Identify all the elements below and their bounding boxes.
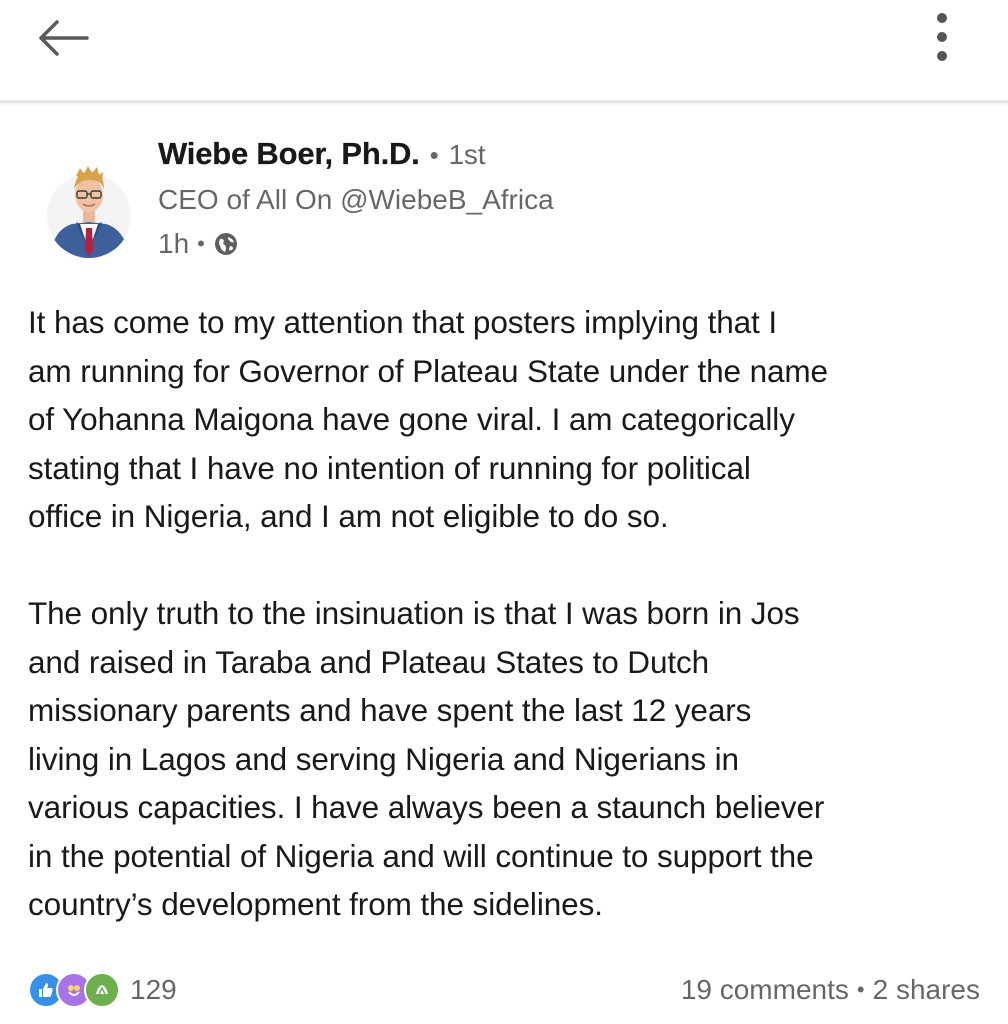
arrow-left-icon — [39, 20, 89, 56]
post-text-line: office in Nigeria, and I am not eligible… — [28, 498, 669, 534]
post-text-line: It has come to my attention that posters… — [28, 304, 778, 340]
post-text-line: stating that I have no intention of runn… — [28, 449, 751, 486]
author-headline: CEO of All On @WiebeB_Africa — [158, 184, 554, 215]
post-text-line: The only truth to the insinuation is tha… — [28, 595, 800, 631]
post-text-line: am running for Governor of Plateau State… — [28, 352, 828, 389]
post-text: It has come to my attention that posters… — [28, 298, 996, 929]
top-navigation-bar — [0, 0, 1008, 103]
avatar-photo — [47, 166, 131, 258]
author-name-line[interactable]: Wiebe Boer, Ph.D. • 1st — [158, 136, 486, 172]
author-avatar[interactable] — [46, 150, 132, 260]
back-button[interactable] — [28, 10, 100, 66]
separator-dot: • — [856, 977, 865, 1002]
reactions-summary[interactable]: 129 — [28, 972, 177, 1008]
more-options-button[interactable] — [912, 6, 972, 68]
comments-count-link[interactable]: 19 comments — [681, 974, 849, 1006]
engagement-counts: 19 comments • 2 shares — [681, 974, 980, 1006]
shares-count-link[interactable]: 2 shares — [873, 974, 980, 1006]
post-text-line: and raised in Taraba and Plateau States … — [28, 643, 710, 680]
post-text-line: country’s development from the sidelines… — [28, 886, 603, 922]
reactions-count: 129 — [130, 974, 177, 1005]
more-vertical-icon — [937, 13, 947, 61]
post-text-line: living in Lagos and serving Nigeria and … — [28, 740, 739, 777]
reaction-icons — [28, 972, 120, 1008]
author-name[interactable]: Wiebe Boer, Ph.D. — [158, 136, 420, 172]
support-icon — [84, 972, 120, 1008]
social-counts-bar: 129 19 comments • 2 shares — [28, 966, 980, 1014]
post-timestamp: 1h — [158, 228, 190, 259]
post-text-line: missionary parents and have spent the la… — [28, 692, 752, 728]
post-text-line: various capacities. I have always been a… — [28, 789, 825, 825]
post-text-line: in the potential of Nigeria and will con… — [28, 837, 814, 874]
globe-icon — [213, 231, 239, 257]
separator-dot: • — [197, 231, 205, 256]
post-meta: 1h • — [158, 228, 239, 260]
connection-degree: 1st — [448, 139, 486, 170]
separator-dot: • — [429, 140, 439, 170]
post-text-line: of Yohanna Maigona have gone viral. I am… — [28, 401, 795, 437]
